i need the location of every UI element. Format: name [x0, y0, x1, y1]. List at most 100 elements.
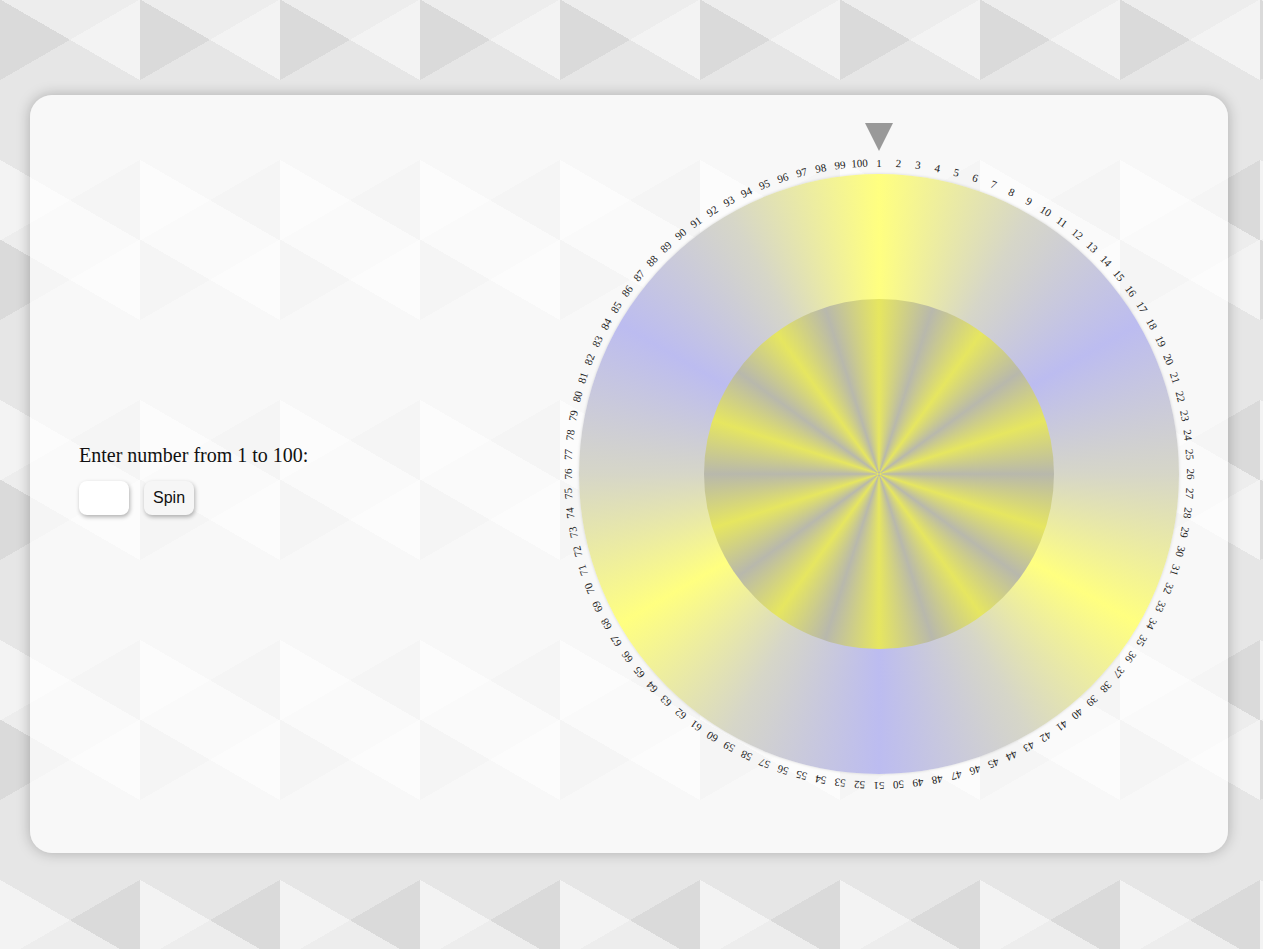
input-row: Spin [79, 481, 549, 515]
wheel-number: 96 [776, 171, 790, 185]
wheel-number: 92 [705, 204, 720, 219]
wheel-number: 82 [583, 352, 597, 366]
wheel-number: 63 [658, 693, 674, 709]
page: Enter number from 1 to 100:Spin123456789… [0, 0, 1263, 949]
wheel-number: 1 [876, 158, 882, 169]
wheel-number: 29 [1178, 526, 1191, 539]
wheel-number: 51 [874, 780, 885, 791]
number-label: Enter number from 1 to 100: [79, 444, 549, 467]
wheel-number: 57 [757, 756, 771, 770]
wheel-number: 47 [950, 769, 963, 782]
wheel-number: 5 [952, 167, 960, 179]
wheel-number: 95 [757, 178, 771, 192]
wheel-number: 43 [1021, 739, 1036, 754]
spin-button[interactable]: Spin [144, 481, 194, 515]
wheel-number: 19 [1153, 334, 1168, 349]
wheel-number: 44 [1004, 748, 1019, 763]
wheel-number: 45 [986, 756, 1000, 770]
wheel-number: 12 [1069, 227, 1084, 242]
wheel-number: 97 [795, 166, 808, 179]
wheel-number: 49 [912, 776, 924, 788]
wheel-number: 74 [564, 507, 576, 519]
wheel-number: 14 [1098, 253, 1114, 269]
wheel-center [704, 299, 1054, 649]
wheel-number: 67 [609, 633, 624, 648]
wheel-number: 83 [590, 334, 605, 349]
wheel-number: 27 [1184, 488, 1196, 500]
wheel-number: 15 [1111, 268, 1126, 283]
wheel-number: 77 [563, 449, 575, 461]
wheel-number: 64 [645, 679, 661, 695]
wheel-number: 73 [567, 526, 580, 539]
wheel-number: 16 [1123, 284, 1138, 299]
wheel-number: 8 [1007, 186, 1017, 198]
wheel-number: 87 [632, 268, 647, 283]
wheel-number: 36 [1123, 649, 1138, 664]
wheel-number: 75 [563, 488, 575, 500]
wheel-number: 26 [1185, 469, 1196, 480]
wheel-number: 66 [620, 649, 635, 664]
wheel-number: 54 [814, 773, 827, 786]
wheel-number: 59 [722, 739, 737, 754]
wheel-number: 99 [834, 159, 846, 171]
wheel-number: 21 [1168, 371, 1182, 385]
wheel-number: 31 [1168, 563, 1182, 577]
pointer-icon [865, 123, 893, 151]
wheel-number: 22 [1174, 390, 1187, 403]
wheel-area: 1234567891011121314151617181920212223242… [549, 144, 1209, 804]
number-input[interactable] [79, 481, 129, 515]
wheel-number: 9 [1024, 195, 1034, 207]
wheel-number: 53 [834, 776, 846, 788]
wheel-number: 18 [1144, 317, 1159, 332]
wheel-number: 62 [673, 706, 688, 721]
wheel-number: 91 [689, 215, 704, 230]
wheel-number: 42 [1038, 729, 1053, 744]
wheel-number: 72 [571, 545, 584, 558]
wheel-number: 61 [689, 718, 704, 733]
wheel-number: 80 [571, 390, 584, 403]
wheel-number: 10 [1038, 204, 1053, 219]
wheel-number: 35 [1134, 633, 1149, 648]
wheel-number: 50 [893, 779, 905, 791]
wheel-number: 84 [599, 317, 614, 332]
wheel[interactable] [579, 174, 1179, 774]
wheel-number: 86 [620, 284, 635, 299]
wheel-number: 32 [1161, 581, 1175, 595]
wheel-number: 81 [576, 371, 590, 385]
wheel-number: 11 [1054, 215, 1069, 230]
wheel-number: 88 [645, 253, 661, 269]
wheel-number: 71 [576, 563, 590, 577]
wheel-number: 23 [1178, 409, 1191, 422]
wheel-number: 65 [632, 664, 647, 679]
wheel-number: 6 [971, 172, 980, 184]
wheel-number: 48 [931, 773, 944, 786]
wheel-number: 100 [851, 158, 868, 170]
wheel-number: 33 [1153, 599, 1168, 614]
wheel-number: 98 [814, 162, 827, 175]
wheel-number: 55 [795, 769, 808, 782]
spinner-card: Enter number from 1 to 100:Spin123456789… [30, 95, 1228, 853]
wheel-number: 13 [1084, 240, 1100, 256]
wheel-number: 37 [1111, 664, 1126, 679]
wheel-number: 25 [1184, 449, 1196, 461]
wheel-number: 60 [705, 729, 720, 744]
wheel-number: 3 [915, 160, 922, 172]
controls: Enter number from 1 to 100: Spin [79, 444, 549, 515]
wheel-number: 89 [658, 240, 674, 256]
wheel-number: 76 [563, 469, 574, 480]
wheel-number: 28 [1181, 507, 1193, 519]
wheel-number: 39 [1084, 693, 1100, 709]
wheel-number: 20 [1161, 352, 1175, 366]
wheel-number: 34 [1144, 616, 1159, 631]
wheel-number: 52 [854, 779, 866, 791]
wheel-number: 94 [739, 185, 754, 200]
wheel-number: 7 [989, 179, 998, 191]
wheel-number: 40 [1069, 706, 1084, 721]
wheel-number: 78 [564, 429, 576, 441]
wheel-number: 17 [1134, 300, 1149, 315]
wheel-number: 93 [722, 194, 737, 209]
wheel-number: 30 [1174, 545, 1187, 558]
wheel-number: 56 [776, 763, 790, 777]
wheel-number: 58 [739, 748, 754, 763]
wheel-number: 70 [583, 581, 597, 595]
